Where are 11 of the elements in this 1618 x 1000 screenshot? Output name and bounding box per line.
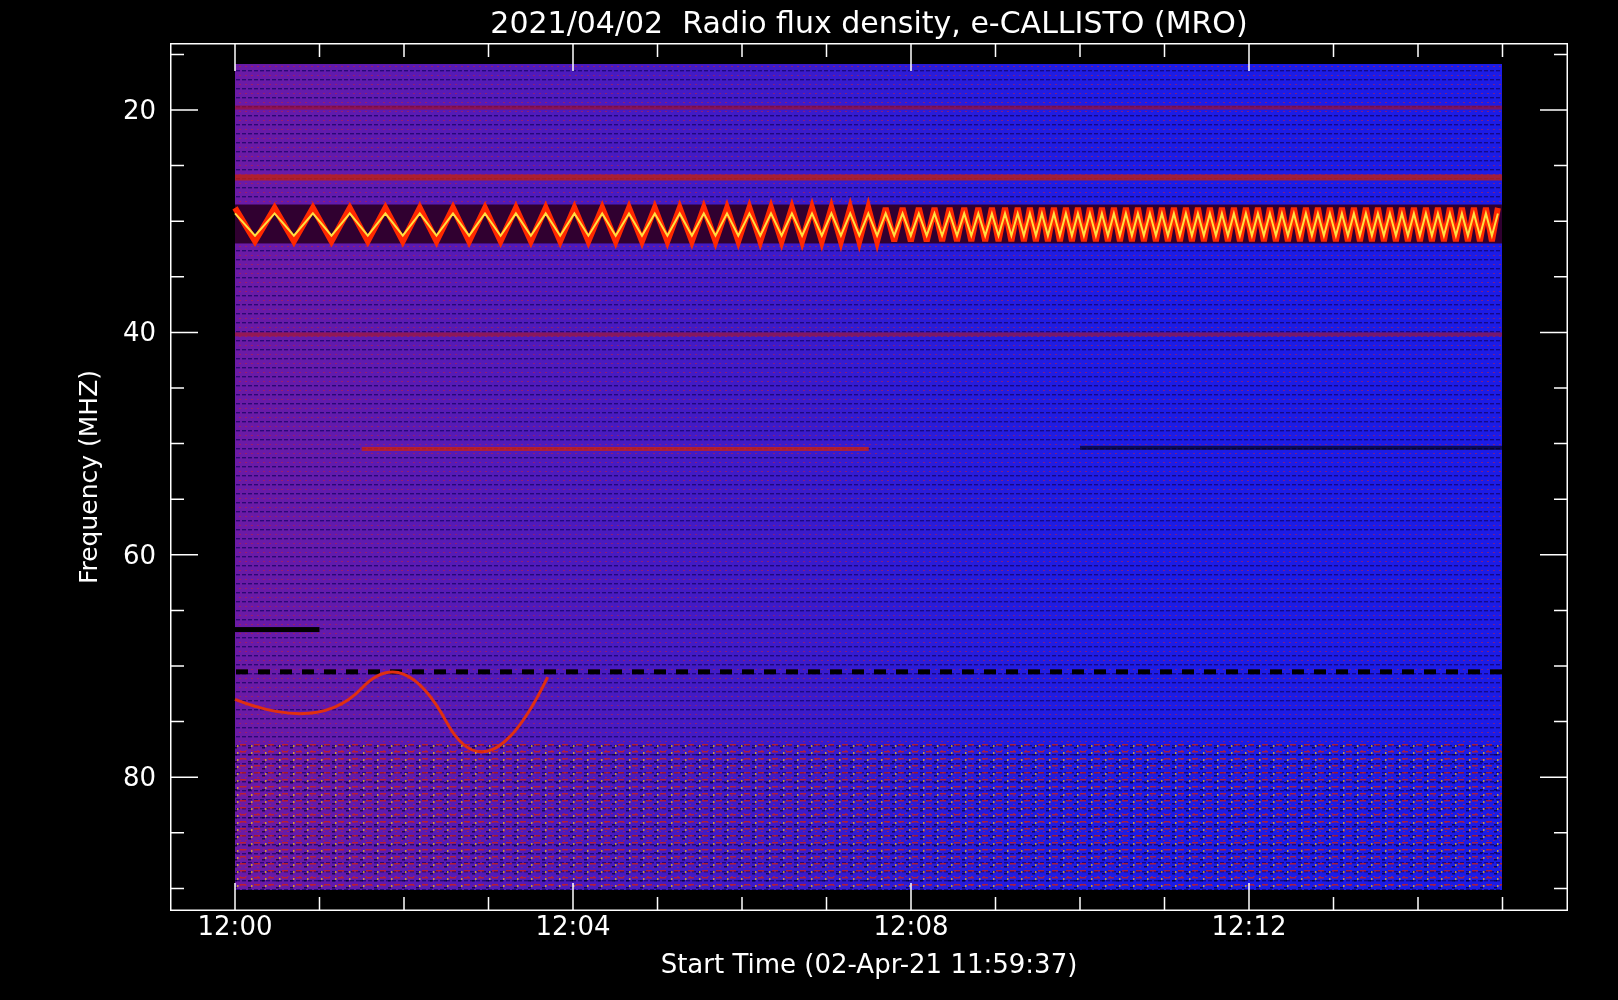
- x-tick-label: 12:04: [535, 911, 611, 941]
- x-tick-label: 12:00: [197, 911, 273, 941]
- y-tick-label: 60: [122, 539, 156, 570]
- y-tick-label: 40: [122, 317, 156, 348]
- y-tick-label: 20: [122, 95, 156, 125]
- x-axis-label: Start Time (02-Apr-21 11:59:37): [659, 949, 1079, 979]
- y-tick-label: 80: [122, 762, 156, 793]
- chart-title: 2021/04/02 Radio flux density, e-CALLISTO (MRO): [489, 4, 1249, 42]
- x-tick-label: 12:12: [1211, 911, 1287, 941]
- y-axis-label: Frequency (MHZ): [74, 369, 103, 585]
- x-tick-label: 12:08: [873, 911, 949, 941]
